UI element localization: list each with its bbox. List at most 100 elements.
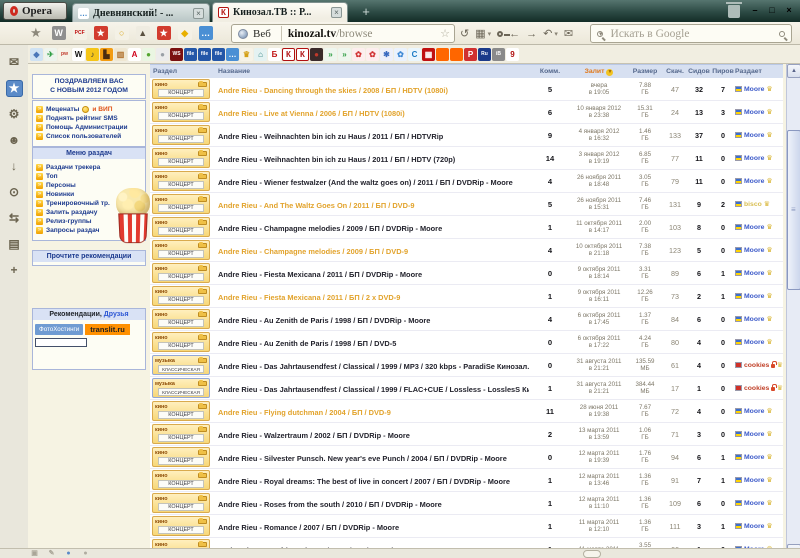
pen-icon[interactable]: ✎ bbox=[47, 549, 56, 558]
uploader-link[interactable]: Moore bbox=[744, 155, 764, 162]
wiki-favicon[interactable]: W bbox=[52, 26, 66, 40]
file-favicon[interactable]: file bbox=[212, 48, 225, 61]
torrent-title-link[interactable]: Andre Rieu - Dancing through the skies /… bbox=[218, 86, 448, 95]
uploader-link[interactable]: Moore bbox=[744, 109, 764, 116]
orange-favicon[interactable]: ■ bbox=[436, 48, 449, 61]
category-cell[interactable]: кино КОНЦЕРТ bbox=[150, 493, 212, 513]
kinozal-favicon[interactable]: К bbox=[296, 48, 309, 61]
torrent-title-link[interactable]: Andre Rieu - Romance / 2007 / БП / DVDRi… bbox=[218, 523, 399, 532]
sync-icon[interactable]: ● bbox=[64, 549, 73, 558]
category-cell[interactable]: кино КОНЦЕРТ bbox=[150, 148, 212, 168]
apple-favicon[interactable]: ● bbox=[142, 48, 155, 61]
widgets-icon[interactable]: ⚙ bbox=[6, 106, 23, 123]
category-cell[interactable]: кино КОНЦЕРТ bbox=[150, 447, 212, 467]
home-favicon[interactable]: ⌂ bbox=[254, 48, 267, 61]
header-comments[interactable]: Комм. bbox=[529, 68, 571, 75]
ball-favicon[interactable]: ● bbox=[156, 48, 169, 61]
torrent-title-link[interactable]: Andre Rieu - Royal dreams: The best of l… bbox=[218, 477, 510, 486]
nine-favicon[interactable]: 9 bbox=[506, 48, 519, 61]
file-favicon[interactable]: file bbox=[198, 48, 211, 61]
category-cell[interactable]: кино КОНЦЕРТ bbox=[150, 171, 212, 191]
tab-close-icon[interactable]: × bbox=[193, 8, 204, 19]
torrent-title-link[interactable]: Andre Rieu - Flying dutchman / 2004 / БП… bbox=[218, 408, 391, 417]
uploader-link[interactable]: Moore bbox=[744, 454, 764, 461]
category-cell[interactable]: кино КОНЦЕРТ bbox=[150, 102, 212, 122]
category-cell[interactable]: кино КОНЦЕРТ bbox=[150, 470, 212, 490]
maximize-button[interactable]: □ bbox=[765, 3, 779, 17]
category-cell[interactable]: кино КОНЦЕРТ bbox=[150, 217, 212, 237]
header-size[interactable]: Размер bbox=[627, 68, 663, 75]
category-cell[interactable]: кино КОНЦЕРТ bbox=[150, 332, 212, 352]
header-uploader[interactable]: Раздает bbox=[735, 68, 783, 75]
sidebar-link[interactable]: » Список пользователей bbox=[36, 133, 143, 140]
unite-icon[interactable]: ● bbox=[81, 549, 90, 558]
panel-toggle-icon[interactable]: ▣ bbox=[30, 549, 39, 558]
category-cell[interactable]: музыка КЛАССИЧЕСКАЯ bbox=[150, 355, 212, 375]
uploader-link[interactable]: Moore bbox=[744, 247, 764, 254]
links-icon[interactable]: ⇆ bbox=[6, 210, 23, 227]
file-favicon[interactable]: file bbox=[184, 48, 197, 61]
orange-favicon[interactable]: ■ bbox=[450, 48, 463, 61]
uploader-link[interactable]: cookies bbox=[744, 362, 769, 369]
closed-tabs-trash-icon[interactable] bbox=[728, 5, 740, 18]
category-cell[interactable]: кино КОНЦЕРТ bbox=[150, 194, 212, 214]
search-go-icon[interactable] bbox=[779, 31, 785, 37]
sidebar-link[interactable]: » Поднять рейтинг SMS bbox=[36, 115, 143, 122]
mountain-favicon[interactable]: ▲ bbox=[136, 26, 150, 40]
category-cell[interactable]: кино КОНЦЕРТ bbox=[150, 286, 212, 306]
ib-favicon[interactable]: iB bbox=[492, 48, 505, 61]
header-name[interactable]: Название bbox=[212, 68, 529, 75]
uploader-link[interactable]: Moore bbox=[744, 293, 764, 300]
images-button[interactable]: ▦ bbox=[475, 25, 485, 43]
history-icon[interactable]: ⊙ bbox=[6, 184, 23, 201]
red-star-favicon[interactable]: ★ bbox=[157, 26, 171, 40]
torrent-title-link[interactable]: Andre Rieu - Wiener festwalzer (And the … bbox=[218, 178, 513, 187]
uploader-link[interactable]: Moore bbox=[744, 500, 764, 507]
category-cell[interactable]: музыка КЛАССИЧЕСКАЯ bbox=[150, 378, 212, 398]
translit-input[interactable] bbox=[35, 338, 87, 347]
sidebar-link[interactable]: » Раздачи трекера bbox=[36, 164, 143, 171]
uploader-link[interactable]: Moore bbox=[744, 316, 764, 323]
search-bar[interactable]: ▾ bbox=[590, 24, 792, 43]
arrows-favicon[interactable]: » bbox=[324, 48, 337, 61]
address-path[interactable]: /browse bbox=[336, 28, 372, 40]
category-cell[interactable]: кино КОНЦЕРТ bbox=[150, 516, 212, 536]
address-host[interactable]: kinozal.tv bbox=[288, 28, 336, 40]
header-peers[interactable]: Пиров bbox=[711, 68, 735, 75]
banner-favicon[interactable]: ▦ bbox=[422, 48, 435, 61]
translit-button[interactable]: translit.ru bbox=[85, 324, 130, 335]
sphere-favicon[interactable]: ◆ bbox=[30, 48, 43, 61]
swirl-favicon[interactable]: C bbox=[408, 48, 421, 61]
uploader-link[interactable]: Moore bbox=[744, 132, 764, 139]
category-cell[interactable]: кино КОНЦЕРТ bbox=[150, 539, 212, 548]
category-cell[interactable]: кино КОНЦЕРТ bbox=[150, 424, 212, 444]
torrent-title-link[interactable]: Andre Rieu - Fiesta Mexicana / 2011 / БП… bbox=[218, 270, 422, 279]
rewind-caret-icon[interactable]: ▾ bbox=[554, 30, 558, 38]
torrent-title-link[interactable]: Andre Rieu - And The Waltz Goes On / 201… bbox=[218, 201, 415, 210]
letter-b-favicon[interactable]: Б bbox=[268, 48, 281, 61]
category-cell[interactable]: кино КОНЦЕРТ bbox=[150, 309, 212, 329]
torrent-title-link[interactable]: Andre Rieu - Weihnachten bin ich zu Haus… bbox=[218, 132, 443, 141]
new-tab-button[interactable]: + bbox=[355, 4, 377, 20]
tab-dnevnyansky[interactable]: … Дневнянский! - ... × bbox=[72, 3, 210, 22]
torrent-title-link[interactable]: Andre Rieu - Au Zenith de Paris / 1998 /… bbox=[218, 339, 396, 348]
tab-close-icon[interactable]: × bbox=[331, 7, 342, 18]
butterfly-favicon[interactable]: ✿ bbox=[394, 48, 407, 61]
minimize-button[interactable]: – bbox=[748, 3, 762, 17]
crown-favicon[interactable]: ♛ bbox=[240, 48, 253, 61]
photo-hosting-button[interactable]: ФотоХостинги bbox=[35, 324, 83, 335]
forward-button[interactable]: → bbox=[526, 25, 537, 43]
wand-key-icon[interactable] bbox=[497, 31, 503, 37]
header-downloads[interactable]: Скач. bbox=[663, 68, 687, 75]
uploader-link[interactable]: Moore bbox=[744, 224, 764, 231]
bookmark-page-star-icon[interactable]: ☆ bbox=[440, 27, 450, 40]
scroll-up-icon[interactable]: ▲ bbox=[787, 64, 800, 78]
category-cell[interactable]: кино КОНЦЕРТ bbox=[150, 401, 212, 421]
torrent-title-link[interactable]: Andre Rieu - Das Jahrtausendfest / Class… bbox=[218, 362, 529, 371]
torrent-title-link[interactable]: Andre Rieu - Champagne melodies / 2009 /… bbox=[218, 224, 442, 233]
uploader-link[interactable]: Moore bbox=[744, 178, 764, 185]
scrollbar-thumb[interactable]: ≡ bbox=[787, 130, 800, 290]
address-mode-label[interactable]: Веб bbox=[253, 28, 281, 40]
uploader-link[interactable]: bisco bbox=[744, 201, 762, 208]
torrent-title-link[interactable]: Andre Rieu - Roses from the south / 2010… bbox=[218, 500, 442, 509]
